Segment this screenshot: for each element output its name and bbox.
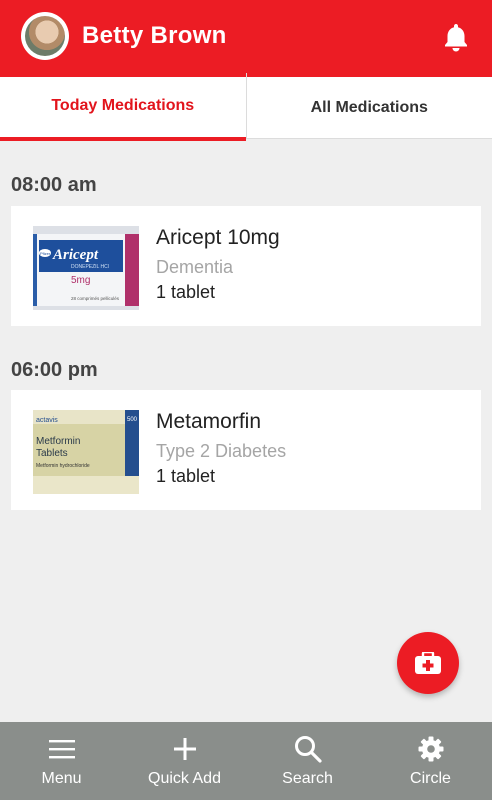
search-icon bbox=[293, 734, 323, 764]
bottom-nav: Menu Quick Add Search Circle bbox=[0, 722, 492, 800]
medication-condition: Dementia bbox=[156, 257, 234, 277]
tab-today-medications[interactable]: Today Medications bbox=[0, 73, 247, 141]
nav-label: Search bbox=[282, 770, 333, 787]
time-label: 08:00 am bbox=[11, 174, 97, 196]
avatar[interactable] bbox=[21, 12, 69, 60]
box-count: 28 comprimés pelliculés bbox=[71, 296, 120, 301]
medication-card[interactable]: actavis 500 Metformin Tablets Metformin … bbox=[11, 390, 481, 510]
nav-quick-add[interactable]: Quick Add bbox=[123, 722, 246, 800]
box-form: Tablets bbox=[36, 448, 68, 459]
box-brand: Aricept bbox=[52, 247, 99, 263]
medication-card[interactable]: Pfizer Aricept DONEPEZIL HCl 5mg 28 comp… bbox=[11, 206, 481, 326]
time-label: 06:00 pm bbox=[11, 359, 98, 381]
box-generic: DONEPEZIL HCl bbox=[71, 264, 109, 270]
medication-image: actavis 500 Metformin Tablets Metformin … bbox=[33, 410, 139, 494]
box-brand: Metformin bbox=[36, 436, 80, 447]
user-name: Betty Brown bbox=[82, 22, 227, 49]
box-generic: Metformin hydrochloride bbox=[36, 463, 90, 469]
box-strength: 500 bbox=[127, 417, 138, 423]
medication-condition: Type 2 Diabetes bbox=[156, 441, 287, 461]
avatar-photo bbox=[25, 16, 65, 56]
tab-all-medications[interactable]: All Medications bbox=[246, 77, 492, 139]
gear-icon bbox=[416, 734, 446, 764]
medication-image: Pfizer Aricept DONEPEZIL HCl 5mg 28 comp… bbox=[33, 226, 139, 310]
medication-dose: 1 tablet bbox=[156, 282, 216, 302]
menu-icon bbox=[47, 734, 77, 764]
nav-search[interactable]: Search bbox=[246, 722, 369, 800]
first-aid-button[interactable] bbox=[397, 632, 459, 694]
bell-icon[interactable] bbox=[442, 22, 470, 52]
first-aid-kit-icon bbox=[415, 652, 441, 674]
nav-menu[interactable]: Menu bbox=[0, 722, 123, 800]
medication-name: Aricept 10mg bbox=[156, 226, 280, 249]
plus-icon bbox=[170, 734, 200, 764]
box-maker: Pfizer bbox=[40, 251, 51, 256]
nav-label: Menu bbox=[41, 770, 82, 787]
box-strength: 5mg bbox=[71, 275, 90, 286]
box-maker: actavis bbox=[36, 417, 58, 424]
app-header: Betty Brown bbox=[0, 0, 492, 77]
tab-bar: Today Medications All Medications bbox=[0, 73, 492, 141]
nav-circle[interactable]: Circle bbox=[369, 722, 492, 800]
nav-label: Circle bbox=[410, 770, 451, 787]
medication-name: Metamorfin bbox=[156, 410, 262, 433]
medication-dose: 1 tablet bbox=[156, 466, 216, 486]
nav-label: Quick Add bbox=[148, 770, 221, 787]
